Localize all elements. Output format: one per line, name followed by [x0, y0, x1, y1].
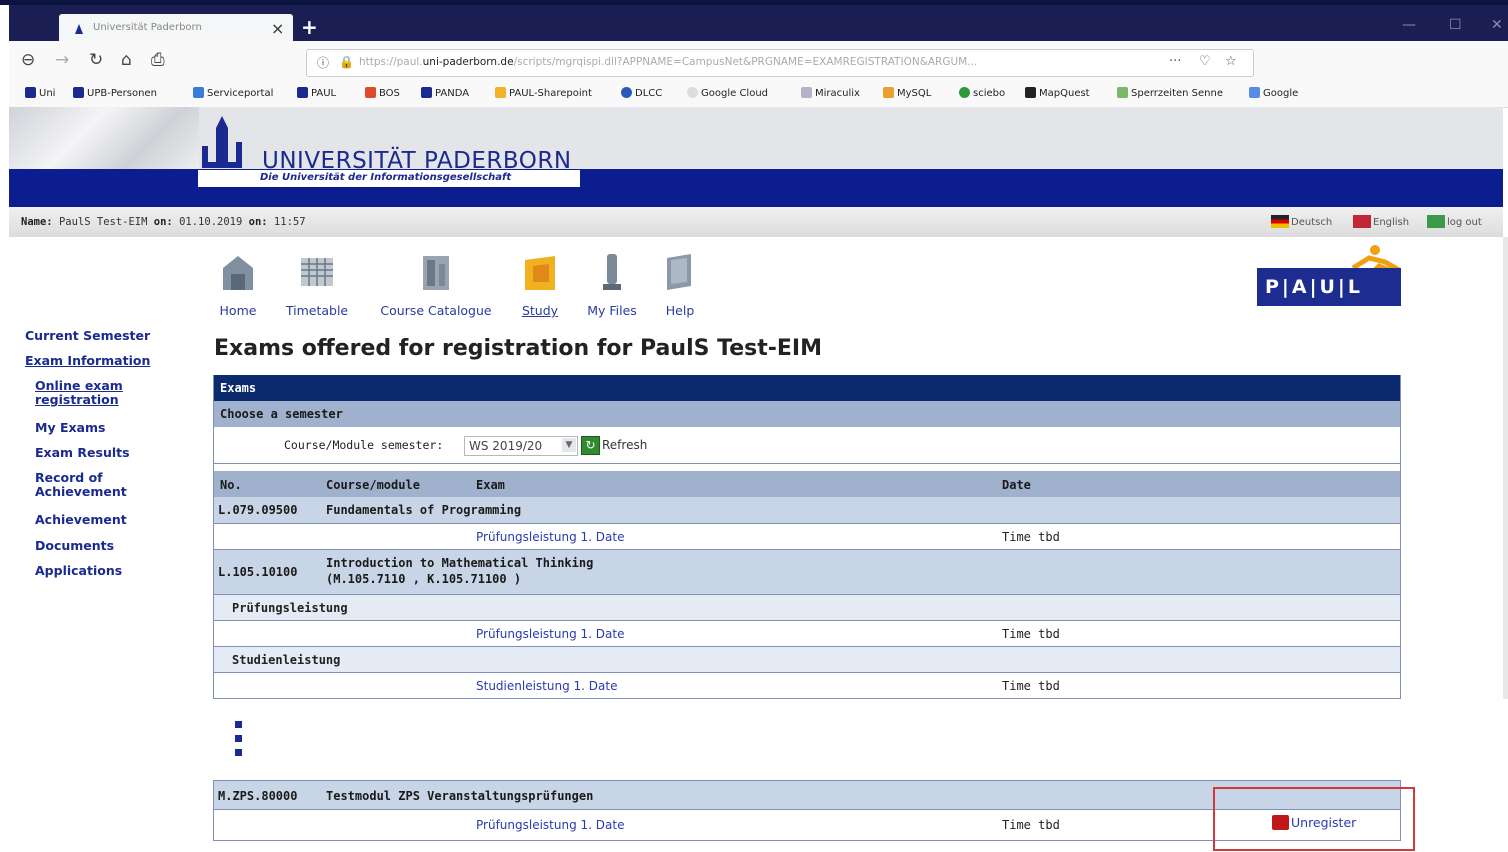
user-info: Name: PaulS Test-EIM on: 01.10.2019 on: …	[21, 216, 306, 228]
sidebar-online-exam-registration[interactable]: Online exam registration	[35, 379, 123, 407]
section-header: Exams	[214, 375, 1400, 401]
sidebar-documents[interactable]: Documents	[35, 539, 114, 553]
bookmark-mysql[interactable]: MySQL	[883, 87, 931, 99]
exam-link[interactable]: Prüfungsleistung 1. Date	[476, 530, 624, 544]
ellipsis-gap	[0, 699, 1508, 779]
semester-row: Course/Module semester:	[214, 427, 1400, 464]
chevron-down-icon: ▼	[562, 438, 576, 452]
bookmark-star-icon[interactable]: ☆	[1225, 54, 1237, 69]
nav-timetable[interactable]: Timetable	[284, 250, 350, 318]
url-text: https://paul.uni-paderborn.de/scripts/mg…	[359, 56, 978, 68]
pocket-icon[interactable]: ♡	[1199, 54, 1211, 69]
bookmark-google-cloud[interactable]: Google Cloud	[687, 87, 768, 99]
bookmark-sciebo[interactable]: sciebo	[959, 87, 1005, 99]
bookmark-sperrzeiten[interactable]: Sperrzeiten Senne	[1117, 87, 1223, 99]
bookmark-uni[interactable]: Uni	[25, 87, 55, 99]
semester-label: Course/Module semester:	[284, 438, 444, 452]
user-info-bar: Name: PaulS Test-EIM on: 01.10.2019 on: …	[9, 207, 1503, 237]
home-building-icon	[223, 256, 253, 290]
sidebar-bottom	[9, 779, 199, 852]
upb-logo-icon	[202, 116, 242, 168]
bookmark-google[interactable]: Google	[1249, 87, 1298, 99]
sidebar-exam-results[interactable]: Exam Results	[35, 446, 130, 460]
close-window-icon[interactable]: ✕	[1491, 17, 1503, 33]
scrollbar[interactable]	[1503, 237, 1508, 699]
nav-home[interactable]: Home	[216, 250, 260, 318]
bookmark-dlcc[interactable]: DLCC	[621, 87, 662, 99]
sidebar-record-of-achievement[interactable]: Record of Achievement	[35, 471, 127, 499]
highlight-box	[1213, 787, 1415, 851]
choose-semester-header: Choose a semester	[214, 401, 1400, 427]
more-icon[interactable]: ···	[1169, 54, 1181, 69]
module-row: L.079.09500 Fundamentals of Programming	[214, 497, 1400, 524]
nav-course-catalogue[interactable]: Course Catalogue	[375, 250, 497, 318]
home-icon[interactable]: ⌂	[121, 50, 132, 70]
sidebar-applications[interactable]: Applications	[35, 564, 122, 578]
exam-row: Prüfungsleistung 1. Date Time tbd	[214, 524, 1400, 550]
browser-titlebar: Universität Paderborn × + — ☐ ✕	[9, 5, 1508, 46]
col-date: Date	[1002, 478, 1031, 492]
subgroup-row: Studienleistung	[214, 647, 1400, 673]
files-icon	[603, 254, 621, 290]
bookmark-upb-personen[interactable]: UPB-Personen	[73, 87, 157, 99]
nav-study[interactable]: Study	[518, 250, 562, 318]
col-exam: Exam	[476, 478, 505, 492]
tab-close-icon[interactable]: ×	[271, 19, 284, 38]
exam-link[interactable]: Studienleistung 1. Date	[476, 679, 617, 693]
exam-link[interactable]: Prüfungsleistung 1. Date	[476, 627, 624, 641]
bookmark-bos[interactable]: BOS	[365, 87, 400, 99]
catalogue-icon	[423, 256, 449, 290]
lock-icon: 🔒	[339, 55, 354, 69]
new-tab-icon[interactable]: +	[301, 15, 318, 39]
sidebar-exam-information[interactable]: Exam Information	[25, 354, 150, 368]
forward-icon[interactable]: →	[55, 50, 69, 70]
study-icon	[525, 256, 555, 290]
bookmark-panda[interactable]: PANDA	[421, 87, 469, 99]
exam-link[interactable]: Prüfungsleistung 1. Date	[476, 818, 624, 832]
module-row: L.105.10100 Introduction to Mathematical…	[214, 550, 1400, 595]
exam-row: Studienleistung 1. Date Time tbd	[214, 673, 1400, 699]
info-icon[interactable]: ⓘ	[317, 54, 329, 71]
col-no: No.	[220, 478, 242, 492]
exams-table: Exams Choose a semester Course/Module se…	[213, 375, 1401, 699]
sidebar-current-semester[interactable]: Current Semester	[25, 329, 150, 343]
tab-title: Universität Paderborn	[93, 22, 202, 33]
logout-link[interactable]: log out	[1427, 215, 1482, 228]
lang-deutsch[interactable]: Deutsch	[1271, 215, 1332, 228]
upb-favicon-icon	[75, 24, 83, 34]
table-header: No. Course/module Exam Date	[214, 471, 1400, 497]
header-decoration	[9, 107, 199, 169]
lang-english[interactable]: English	[1353, 215, 1409, 228]
sidebar-my-exams[interactable]: My Exams	[35, 421, 105, 435]
university-tagline-box: Die Universität der Informationsgesellsc…	[198, 170, 580, 187]
col-course: Course/module	[326, 478, 420, 492]
back-icon[interactable]: ⊖	[21, 50, 35, 70]
print-icon[interactable]: ⎙	[151, 50, 165, 70]
nav-help[interactable]: Help	[660, 250, 700, 318]
reload-icon[interactable]: ↻	[89, 50, 103, 70]
url-bar[interactable]: ⓘ 🔒 https://paul.uni-paderborn.de/script…	[306, 49, 1254, 77]
refresh-button[interactable]: Refresh	[602, 438, 647, 452]
bookmark-serviceportal[interactable]: Serviceportal	[193, 87, 273, 99]
university-tagline: Die Universität der Informationsgesellsc…	[260, 172, 512, 183]
sidebar-achievement[interactable]: Achievement	[35, 513, 127, 527]
bookmark-mapquest[interactable]: MapQuest	[1025, 87, 1090, 99]
minimize-icon[interactable]: —	[1402, 17, 1416, 33]
bookmark-paul[interactable]: PAUL	[297, 87, 336, 99]
help-book-icon	[667, 254, 691, 290]
page-title: Exams offered for registration for PaulS…	[214, 336, 822, 361]
timetable-icon	[301, 258, 333, 286]
semester-select[interactable]: WS 2019/20 ▼	[464, 436, 578, 456]
bookmark-miraculix[interactable]: Miraculix	[801, 87, 860, 99]
ellipsis-icon	[235, 721, 245, 763]
exam-row: Prüfungsleistung 1. Date Time tbd	[214, 621, 1400, 647]
nav-my-files[interactable]: My Files	[586, 250, 638, 318]
paul-logo: P|A|U|L	[1257, 268, 1401, 306]
maximize-icon[interactable]: ☐	[1449, 17, 1462, 33]
subgroup-row: Prüfungsleistung	[214, 595, 1400, 621]
refresh-icon[interactable]: ↻	[581, 436, 600, 455]
bookmarks-bar: Uni UPB-Personen Serviceportal PAUL BOS …	[9, 81, 1508, 108]
bookmark-paul-sharepoint[interactable]: PAUL-Sharepoint	[495, 87, 592, 99]
